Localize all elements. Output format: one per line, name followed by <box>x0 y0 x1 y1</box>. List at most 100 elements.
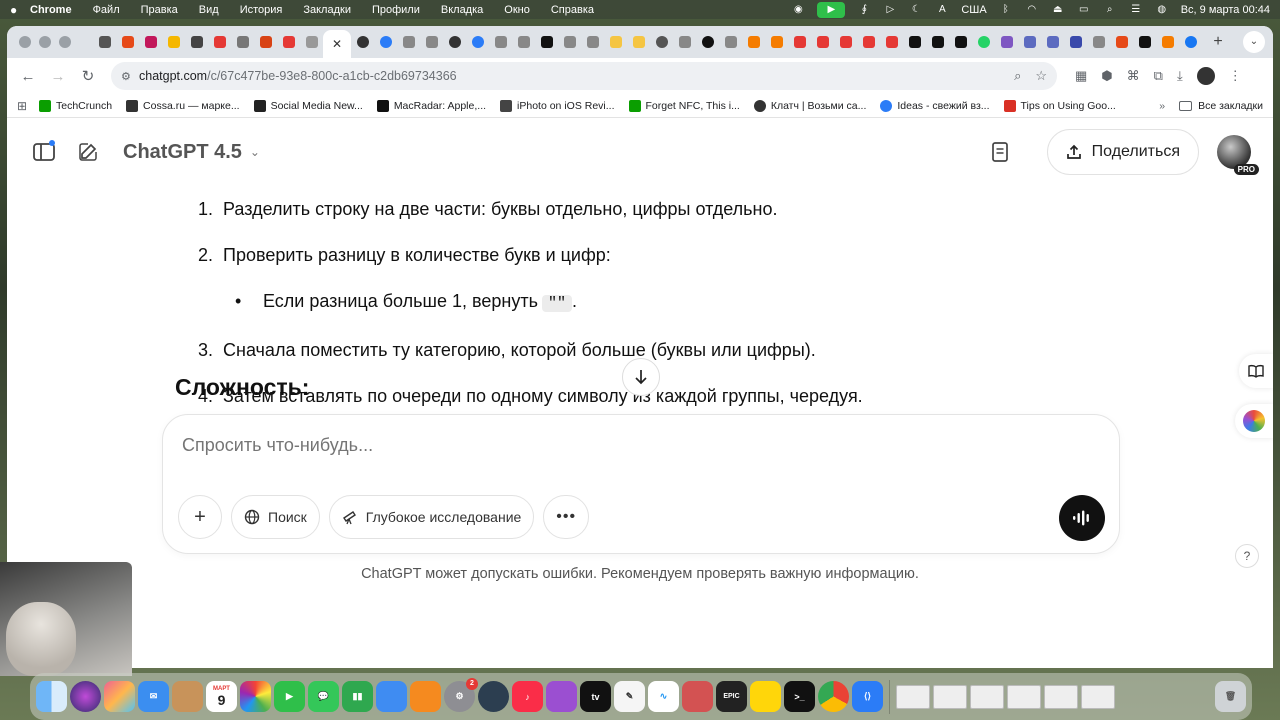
tab-favicon[interactable] <box>420 32 443 52</box>
minimize-window-button[interactable] <box>39 36 51 48</box>
script-icon[interactable]: ∮ <box>857 4 871 16</box>
search-button[interactable]: Поиск <box>231 495 320 539</box>
tab-favicon[interactable] <box>443 32 466 52</box>
battery-icon[interactable]: ▭ <box>1077 4 1091 16</box>
tab-favicon[interactable] <box>489 32 512 52</box>
tab-favicon[interactable] <box>116 32 139 52</box>
tab-favicon[interactable] <box>926 32 949 52</box>
moon-icon[interactable]: ☾ <box>909 4 923 16</box>
bookmark-item[interactable]: Cossa.ru — марке... <box>126 99 240 112</box>
system-settings-icon[interactable]: ⚙ 2 <box>444 678 478 712</box>
minimized-window-thumbnail[interactable] <box>970 684 1004 709</box>
address-bar[interactable]: ⚙ chatgpt.com/c/67c477be-93e8-800c-a1cb-… <box>111 62 1057 90</box>
textedit-icon[interactable]: ✎ <box>614 681 645 712</box>
tab-favicon[interactable] <box>139 32 162 52</box>
help-button[interactable]: ? <box>1235 544 1259 568</box>
preview-icon[interactable] <box>682 681 713 712</box>
tab-favicon[interactable] <box>742 32 765 52</box>
facetime-icon[interactable]: ▶ <box>817 1 846 18</box>
apps-grid-icon[interactable]: ⊞ <box>17 99 39 113</box>
menu-help[interactable]: Справка <box>551 4 594 16</box>
sidebar-toggle-icon[interactable] <box>29 137 59 167</box>
tab-favicon[interactable] <box>903 32 926 52</box>
forward-button[interactable]: → <box>45 63 71 89</box>
share-button[interactable]: Поделиться <box>1046 129 1199 175</box>
tab-favicon[interactable] <box>1087 32 1110 52</box>
tab-favicon[interactable] <box>277 32 300 52</box>
reload-button[interactable]: ↻ <box>75 63 101 89</box>
terminal-icon[interactable]: >_ <box>784 681 815 712</box>
tab-favicon[interactable] <box>765 32 788 52</box>
numbers-icon[interactable]: ▮▮ <box>342 681 373 712</box>
music-icon[interactable]: ♪ <box>512 681 543 712</box>
attach-button[interactable]: + <box>178 495 222 539</box>
bookmark-item[interactable]: iPhoto on iOS Revi... <box>500 99 615 112</box>
x-tab-icon[interactable] <box>949 32 972 52</box>
tab-favicon[interactable] <box>1110 32 1133 52</box>
bluetooth-icon[interactable]: ᛒ <box>999 4 1013 16</box>
notes-icon[interactable] <box>750 681 781 712</box>
tab-favicon[interactable] <box>208 32 231 52</box>
active-tab-close-icon[interactable]: ✕ <box>323 30 351 58</box>
tab-favicon[interactable] <box>300 32 323 52</box>
input-source-icon[interactable]: А <box>935 4 949 16</box>
apple-tv-icon[interactable]: tv <box>580 681 611 712</box>
tab-favicon[interactable] <box>374 32 397 52</box>
mail-icon[interactable]: ✉ <box>138 681 169 712</box>
model-selector[interactable]: ChatGPT 4.5 <box>123 141 242 164</box>
tab-favicon[interactable] <box>397 32 420 52</box>
menu-file[interactable]: Файл <box>93 4 120 16</box>
extension-icon[interactable]: ▦ <box>1075 68 1087 84</box>
youtube-tab-icon[interactable] <box>857 32 880 52</box>
tab-favicon[interactable] <box>1133 32 1156 52</box>
bookmark-item[interactable]: TechCrunch <box>39 99 112 112</box>
launchpad-icon[interactable] <box>104 681 135 712</box>
menu-clock[interactable]: Вс, 9 марта 00:44 <box>1181 4 1270 16</box>
apple-menu-icon[interactable]: ● <box>10 3 30 17</box>
podcasts-icon[interactable] <box>546 681 577 712</box>
chrome-menu-icon[interactable]: ⋮ <box>1229 68 1242 84</box>
tab-favicon[interactable] <box>1041 32 1064 52</box>
color-wheel-extension-icon[interactable] <box>1235 404 1273 438</box>
user-avatar[interactable]: PRO <box>1217 135 1259 175</box>
eject-icon[interactable]: ⏏ <box>1051 4 1065 16</box>
new-chat-icon[interactable] <box>73 137 103 167</box>
minimized-window-thumbnail[interactable] <box>1081 684 1115 709</box>
tab-favicon[interactable] <box>254 32 277 52</box>
control-center-icon[interactable]: ☰ <box>1129 4 1143 16</box>
voice-mode-button[interactable] <box>1059 495 1105 541</box>
search-icon[interactable]: ⌕ <box>1103 4 1117 16</box>
tab-favicon[interactable] <box>627 32 650 52</box>
youtube-tab-icon[interactable] <box>788 32 811 52</box>
minimized-window-thumbnail[interactable] <box>1007 684 1041 709</box>
chrome-icon[interactable] <box>818 681 849 712</box>
tab-favicon[interactable] <box>93 32 116 52</box>
record-icon[interactable]: ◉ <box>791 4 805 16</box>
deep-research-button[interactable]: Глубокое исследование <box>328 495 535 539</box>
youtube-tab-icon[interactable] <box>811 32 834 52</box>
minimized-window-thumbnail[interactable] <box>1044 684 1078 709</box>
siri-icon[interactable] <box>70 681 101 712</box>
more-tools-button[interactable]: ••• <box>543 495 590 539</box>
book-icon[interactable] <box>1239 354 1273 388</box>
tab-favicon[interactable] <box>558 32 581 52</box>
play-icon[interactable]: ▷ <box>883 4 897 16</box>
tab-favicon[interactable] <box>719 32 742 52</box>
prompt-input[interactable] <box>182 435 982 456</box>
siri-icon[interactable]: ◍ <box>1155 4 1169 16</box>
fullscreen-window-button[interactable] <box>59 36 71 48</box>
bookmark-star-icon[interactable]: ☆ <box>1035 68 1047 84</box>
tab-favicon[interactable] <box>673 32 696 52</box>
tab-favicon[interactable] <box>535 32 558 52</box>
tab-favicon[interactable] <box>581 32 604 52</box>
keynote-icon[interactable] <box>376 681 407 712</box>
tab-favicon[interactable] <box>1018 32 1041 52</box>
tab-favicon[interactable] <box>231 32 254 52</box>
menu-bookmarks[interactable]: Закладки <box>303 4 351 16</box>
contacts-icon[interactable] <box>172 681 203 712</box>
vscode-icon[interactable]: ⟨⟩ <box>852 681 883 712</box>
calendar-icon[interactable]: МАРТ 9 <box>206 681 237 712</box>
chevron-down-icon[interactable]: ⌄ <box>250 145 260 159</box>
minimized-window-thumbnail[interactable] <box>933 684 967 709</box>
document-icon[interactable] <box>985 137 1015 167</box>
